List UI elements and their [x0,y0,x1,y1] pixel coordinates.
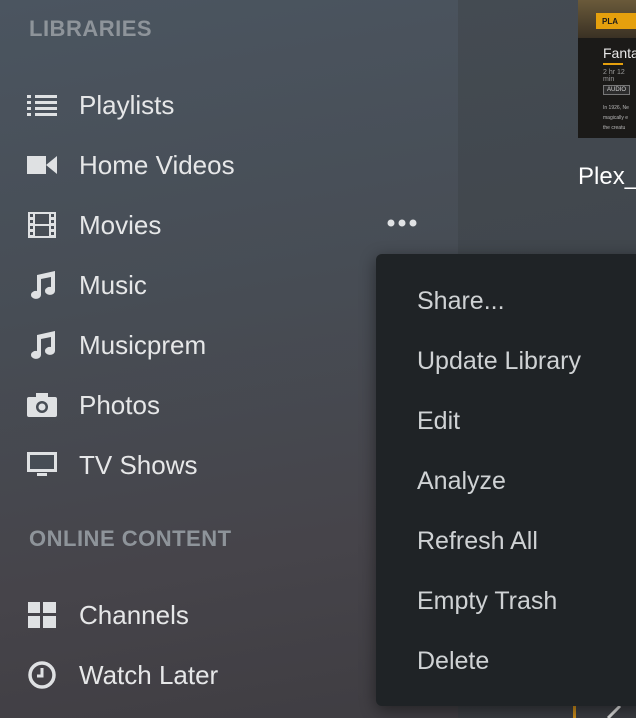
audio-badge: AUDIO [603,85,631,95]
menu-item-label: Update Library [417,346,581,375]
grid-icon [27,600,57,630]
music-note-icon [27,330,57,360]
ellipsis-icon [387,219,417,227]
more-options-button[interactable] [384,208,420,238]
online-content-header: ONLINE CONTENT [29,526,232,551]
menu-item-share[interactable]: Share... [376,271,636,331]
sidebar-item-label: Playlists [79,89,175,120]
monitor-icon [27,450,57,480]
sidebar-item-label: Photos [79,389,160,420]
menu-item-label: Share... [417,286,505,315]
camera-icon [27,390,57,420]
menu-item-delete[interactable]: Delete [376,631,636,691]
sidebar-item-label: Musicprem [79,329,207,360]
film-icon [27,210,57,240]
libraries-header: LIBRARIES [29,16,153,41]
menu-item-label: Edit [417,406,461,435]
music-note-icon [27,270,57,300]
sidebar-item-home-videos[interactable]: Home Videos [0,135,458,195]
list-icon [27,90,57,120]
poster-title: Fanta [603,45,636,61]
poster-accent-line [603,63,623,65]
sidebar-item-label: Watch Later [79,659,219,690]
poster-summary: In 1926, Ne magically e the creatu [603,105,629,131]
sidebar-item-label: TV Shows [79,449,198,480]
menu-item-refresh-all[interactable]: Refresh All [376,511,636,571]
sidebar-item-label: Channels [79,599,189,630]
sidebar-item-label: Movies [79,209,162,240]
menu-item-label: Empty Trash [417,586,558,615]
menu-item-update-library[interactable]: Update Library [376,331,636,391]
menu-item-label: Delete [417,646,490,675]
video-camera-icon [27,150,57,180]
poster-caption[interactable]: Plex_ [578,163,636,191]
menu-item-label: Analyze [417,466,506,495]
library-context-menu: Share... Update Library Edit Analyze Ref… [376,254,636,706]
poster-meta: 2 hr 12 min [603,69,625,83]
sidebar-item-playlists[interactable]: Playlists [0,75,458,135]
sidebar-item-label: Home Videos [79,149,235,180]
play-button[interactable]: PLA [596,13,636,29]
sidebar-item-label: Music [79,269,147,300]
clock-icon [27,660,57,690]
menu-item-analyze[interactable]: Analyze [376,451,636,511]
menu-item-label: Refresh All [417,526,538,555]
menu-item-edit[interactable]: Edit [376,391,636,451]
progress-strip [573,706,576,718]
menu-item-empty-trash[interactable]: Empty Trash [376,571,636,631]
library-poster[interactable]: PLA Fanta 2 hr 12 min AUDIO In 1926, Ne … [578,0,636,138]
